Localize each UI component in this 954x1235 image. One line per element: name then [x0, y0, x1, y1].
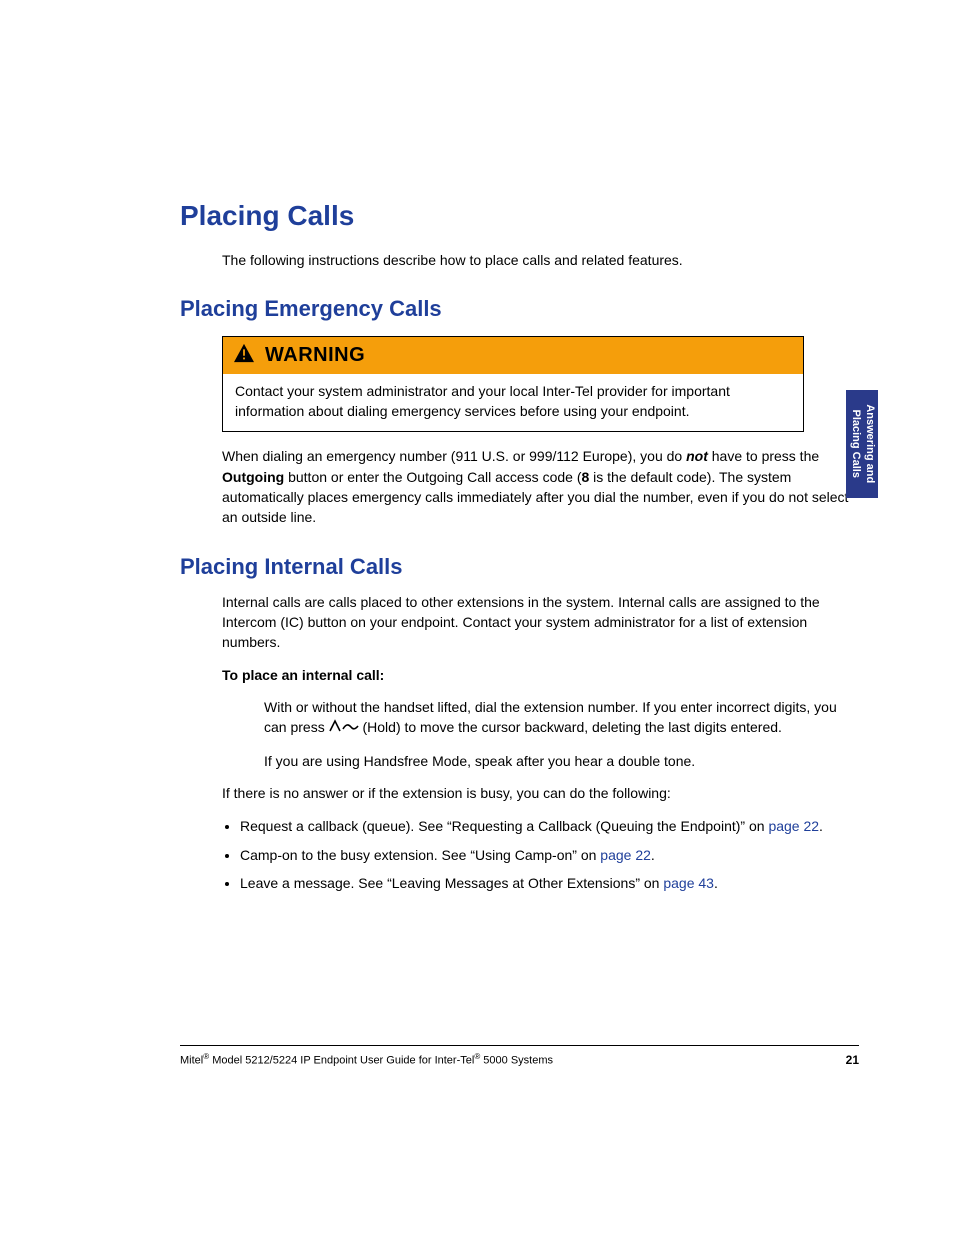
footer-mid: Model 5212/5224 IP Endpoint User Guide f… — [209, 1055, 474, 1067]
noanswer-text: If there is no answer or if the extensio… — [222, 783, 859, 803]
link-page22b[interactable]: page 22 — [600, 847, 651, 863]
tab-line2: Placing Calls — [850, 410, 862, 478]
text-fragment: Camp-on to the busy extension. See “Usin… — [240, 847, 600, 863]
internal-intro: Internal calls are calls placed to other… — [222, 592, 859, 653]
text-fragment: Request a callback (queue). See “Request… — [240, 818, 768, 834]
link-page43[interactable]: page 43 — [663, 875, 714, 891]
heading-emergency: Placing Emergency Calls — [180, 296, 859, 322]
bullets-list: Request a callback (queue). See “Request… — [222, 815, 859, 894]
footer-brand: Mitel — [180, 1055, 203, 1067]
warning-box: WARNING Contact your system administrato… — [222, 336, 804, 432]
footer-text: Mitel® Model 5212/5224 IP Endpoint User … — [180, 1052, 553, 1067]
hold-icon — [329, 718, 359, 738]
page-number: 21 — [846, 1053, 859, 1067]
list-item: Request a callback (queue). See “Request… — [240, 815, 859, 837]
tab-line1: Answering and — [864, 405, 876, 484]
text-fragment: have to press the — [708, 448, 819, 464]
text-fragment: Leave a message. See “Leaving Messages a… — [240, 875, 663, 891]
text-fragment: . — [714, 875, 718, 891]
text-fragment: (Hold) to move the cursor backward, dele… — [359, 719, 782, 735]
list-item: Camp-on to the busy extension. See “Usin… — [240, 844, 859, 866]
footer-tail: 5000 Systems — [480, 1055, 553, 1067]
list-item: Leave a message. See “Leaving Messages a… — [240, 872, 859, 894]
warning-body: Contact your system administrator and yo… — [223, 374, 803, 431]
text-fragment: . — [819, 818, 823, 834]
warning-header: WARNING — [223, 337, 803, 374]
link-page22a[interactable]: page 22 — [768, 818, 819, 834]
warning-icon — [233, 343, 255, 368]
internal-step1: With or without the handset lifted, dial… — [264, 697, 859, 739]
internal-step2: If you are using Handsfree Mode, speak a… — [264, 751, 859, 771]
heading-internal: Placing Internal Calls — [180, 554, 859, 580]
footer: Mitel® Model 5212/5224 IP Endpoint User … — [180, 1045, 859, 1067]
text-outgoing: Outgoing — [222, 469, 284, 485]
text-fragment: button or enter the Outgoing Call access… — [284, 469, 581, 485]
warning-label: WARNING — [265, 344, 365, 367]
intro-text: The following instructions describe how … — [222, 250, 859, 270]
section-tab: Answering and Placing Calls — [846, 390, 878, 498]
page-title: Placing Calls — [180, 200, 859, 232]
text-not: not — [686, 448, 708, 464]
emergency-paragraph: When dialing an emergency number (911 U.… — [222, 446, 859, 527]
text-fragment: When dialing an emergency number (911 U.… — [222, 448, 686, 464]
task-heading: To place an internal call: — [222, 665, 859, 685]
text-fragment: . — [651, 847, 655, 863]
